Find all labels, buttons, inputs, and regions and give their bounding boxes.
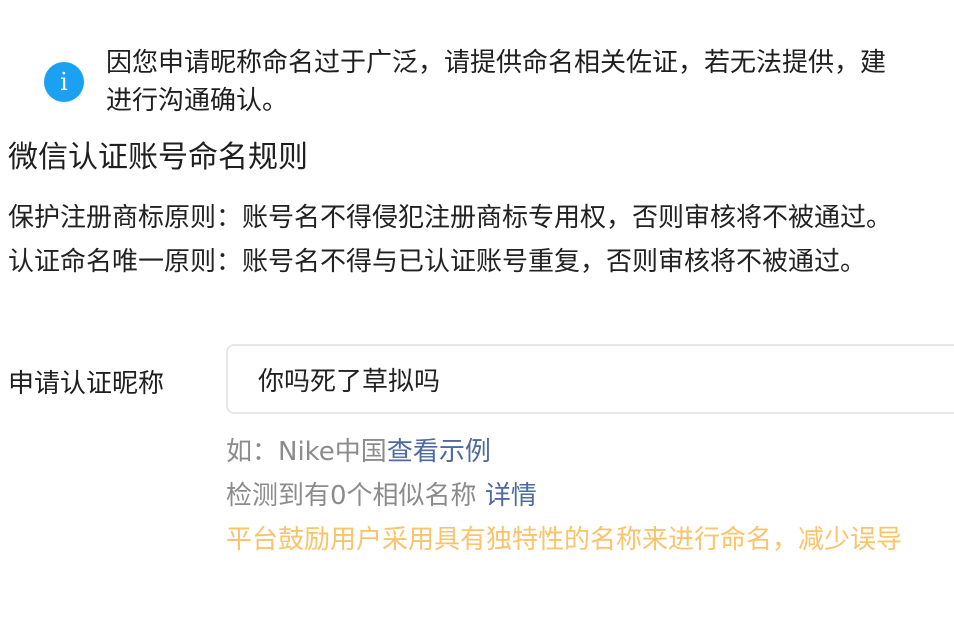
encourage-tip: 平台鼓励用户采用具有独特性的名称来进行命名，减少误导: [226, 525, 903, 555]
view-example-link[interactable]: 查看示例: [387, 437, 491, 467]
example-hint: 如：Nike中国查看示例: [226, 430, 902, 474]
nickname-input[interactable]: [226, 344, 954, 414]
hint-list: 如：Nike中国查看示例 检测到有0个相似名称 详情 平台鼓励用户采用具有独特性…: [226, 430, 902, 562]
notice-line-2: 进行沟通确认。: [106, 86, 289, 116]
similar-name-hint: 检测到有0个相似名称 详情: [226, 474, 902, 518]
info-icon: i: [44, 62, 84, 102]
rule-unique-name: 认证命名唯一原则：账号名不得与已认证账号重复，否则审核将不被通过。: [8, 247, 867, 277]
similar-name-text: 检测到有0个相似名称: [226, 481, 477, 511]
notice-line-1: 因您申请昵称命名过于广泛，请提供命名相关佐证，若无法提供，建: [106, 48, 887, 78]
rules-list: 保护注册商标原则：账号名不得侵犯注册商标专用权，否则审核将不被通过。 认证命名唯…: [8, 196, 892, 284]
details-link[interactable]: 详情: [485, 481, 537, 511]
example-prefix: 如：Nike中国: [226, 437, 387, 467]
rule-trademark: 保护注册商标原则：账号名不得侵犯注册商标专用权，否则审核将不被通过。: [8, 203, 893, 233]
verification-page: i 因您申请昵称命名过于广泛，请提供命名相关佐证，若无法提供，建 进行沟通确认。…: [0, 0, 954, 626]
nickname-label: 申请认证昵称: [8, 369, 165, 399]
notice-text: 因您申请昵称命名过于广泛，请提供命名相关佐证，若无法提供，建 进行沟通确认。: [106, 44, 886, 120]
section-title: 微信认证账号命名规则: [8, 140, 308, 175]
